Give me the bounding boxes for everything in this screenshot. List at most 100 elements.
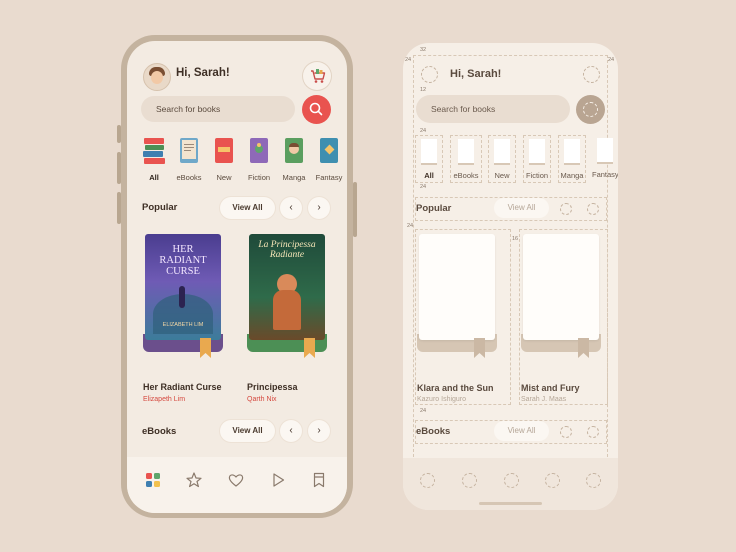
category-placeholder: Fantasy (592, 135, 618, 181)
popular-title: Popular (142, 202, 178, 213)
spacing-label: 24 (608, 57, 615, 63)
wireframe-ebooks-title: eBooks (416, 426, 451, 437)
search-input[interactable]: Search for books (141, 96, 295, 122)
wireframe-popular-title: Popular (416, 203, 452, 214)
spacing-label: 24 (420, 184, 427, 190)
wireframe-search-text: Search for books (431, 104, 496, 114)
spacing-label: 24 (420, 128, 427, 134)
cart-button[interactable] (303, 62, 331, 90)
home-indicator (479, 502, 542, 505)
prev-placeholder (560, 426, 572, 438)
greeting: Hi, Sarah! (176, 67, 230, 79)
category-fantasy[interactable]: Fantasy (313, 138, 345, 182)
category-label: Manga (282, 173, 306, 182)
cart-placeholder (583, 66, 600, 83)
bookmark-ribbon (200, 338, 211, 358)
bookmark-icon[interactable] (310, 471, 328, 489)
category-label: Fiction (525, 171, 549, 180)
chevron-left-icon: ‹ (289, 202, 293, 213)
chevron-left-icon: ‹ (289, 425, 293, 436)
ebooks-title: eBooks (142, 426, 177, 437)
search-button-placeholder (576, 95, 605, 124)
book-title[interactable]: Principessa (247, 382, 298, 392)
nav-icon-placeholder (462, 473, 477, 488)
spacing-label: 24 (405, 57, 412, 63)
prev-placeholder (560, 203, 572, 215)
category-label: All (149, 173, 159, 182)
category-placeholder: Fiction (523, 135, 551, 183)
grid-icon[interactable] (144, 471, 162, 489)
bottom-nav (127, 457, 347, 513)
avatar[interactable] (143, 63, 171, 91)
spacing-label: 16 (512, 236, 519, 242)
book-author[interactable]: Qarth Nix (247, 396, 277, 403)
book-cover-title: HER RADIANT CURSE (159, 244, 207, 277)
category-placeholder: Manga (558, 135, 586, 183)
category-label: Fantasy (315, 173, 343, 182)
book-author: Sarah J. Maas (521, 396, 567, 403)
wireframe-screen: 32 24 24 Hi, Sarah! 12 Search for books … (403, 43, 618, 510)
popular-view-all-button[interactable]: View All (220, 197, 275, 219)
book-cover-title: La Principessa Radiante (258, 240, 316, 260)
chevron-right-icon: › (317, 202, 321, 213)
view-all-placeholder: View All (494, 421, 549, 441)
search-placeholder: Search for books (156, 104, 221, 114)
category-label: eBooks (176, 173, 202, 182)
next-placeholder (587, 203, 599, 215)
phone-side-button (117, 152, 121, 184)
nav-icon-placeholder (586, 473, 601, 488)
book-title[interactable]: Her Radiant Curse (143, 382, 222, 392)
book-author[interactable]: Elizapeth Lim (143, 396, 185, 403)
book-stack-icon (143, 138, 165, 164)
category-new[interactable]: New (208, 138, 240, 182)
manga-book-icon (283, 138, 305, 164)
wireframe-greeting: Hi, Sarah! (450, 68, 502, 80)
category-label: eBooks (453, 171, 479, 180)
fantasy-book-icon (318, 138, 340, 164)
app-screen: Hi, Sarah! Search for books All eBooks N… (127, 41, 347, 513)
category-placeholder: New (488, 135, 516, 183)
fiction-book-icon (248, 138, 270, 164)
book-title: Klara and the Sun (417, 383, 494, 393)
search-button[interactable] (302, 95, 331, 124)
popular-next-button[interactable]: › (308, 197, 330, 219)
category-label: Manga (560, 171, 584, 180)
book-placeholder (521, 234, 601, 359)
category-all[interactable]: All (138, 138, 170, 182)
heart-icon[interactable] (227, 471, 245, 489)
search-placeholder-box: Search for books (416, 95, 570, 123)
category-placeholder: All (415, 135, 443, 183)
ebooks-prev-button[interactable]: ‹ (280, 420, 302, 442)
book-placeholder (417, 234, 497, 359)
category-fiction[interactable]: Fiction (243, 138, 275, 182)
category-ebooks[interactable]: eBooks (173, 138, 205, 182)
phone-power-button (353, 182, 357, 237)
book-cover: La Principessa Radiante (249, 234, 325, 340)
search-icon-placeholder (583, 102, 598, 117)
category-label: All (424, 171, 434, 180)
nav-placeholder-bar (403, 458, 618, 510)
category-label: Fiction (247, 173, 271, 182)
search-icon (309, 102, 323, 116)
star-icon[interactable] (185, 471, 203, 489)
ebook-icon (178, 138, 200, 164)
category-label: New (216, 173, 232, 182)
book-cover: HER RADIANT CURSE ELIZABETH LIM (145, 234, 221, 340)
avatar-placeholder (421, 66, 438, 83)
ebooks-next-button[interactable]: › (308, 420, 330, 442)
phone-side-button (117, 125, 121, 143)
spacing-label: 24 (407, 223, 414, 229)
book-card[interactable]: La Principessa Radiante (247, 234, 327, 359)
book-card[interactable]: HER RADIANT CURSE ELIZABETH LIM (143, 234, 223, 359)
category-manga[interactable]: Manga (278, 138, 310, 182)
play-icon[interactable] (269, 471, 287, 489)
new-book-icon (213, 138, 235, 164)
popular-prev-button[interactable]: ‹ (280, 197, 302, 219)
spacing-label: 32 (420, 47, 427, 53)
nav-icon-placeholder (545, 473, 560, 488)
spacing-label: 12 (420, 87, 427, 93)
category-label: Fantasy (592, 170, 618, 179)
category-placeholder: eBooks (450, 135, 482, 183)
ebooks-view-all-button[interactable]: View All (220, 420, 275, 442)
category-label: New (494, 171, 510, 180)
